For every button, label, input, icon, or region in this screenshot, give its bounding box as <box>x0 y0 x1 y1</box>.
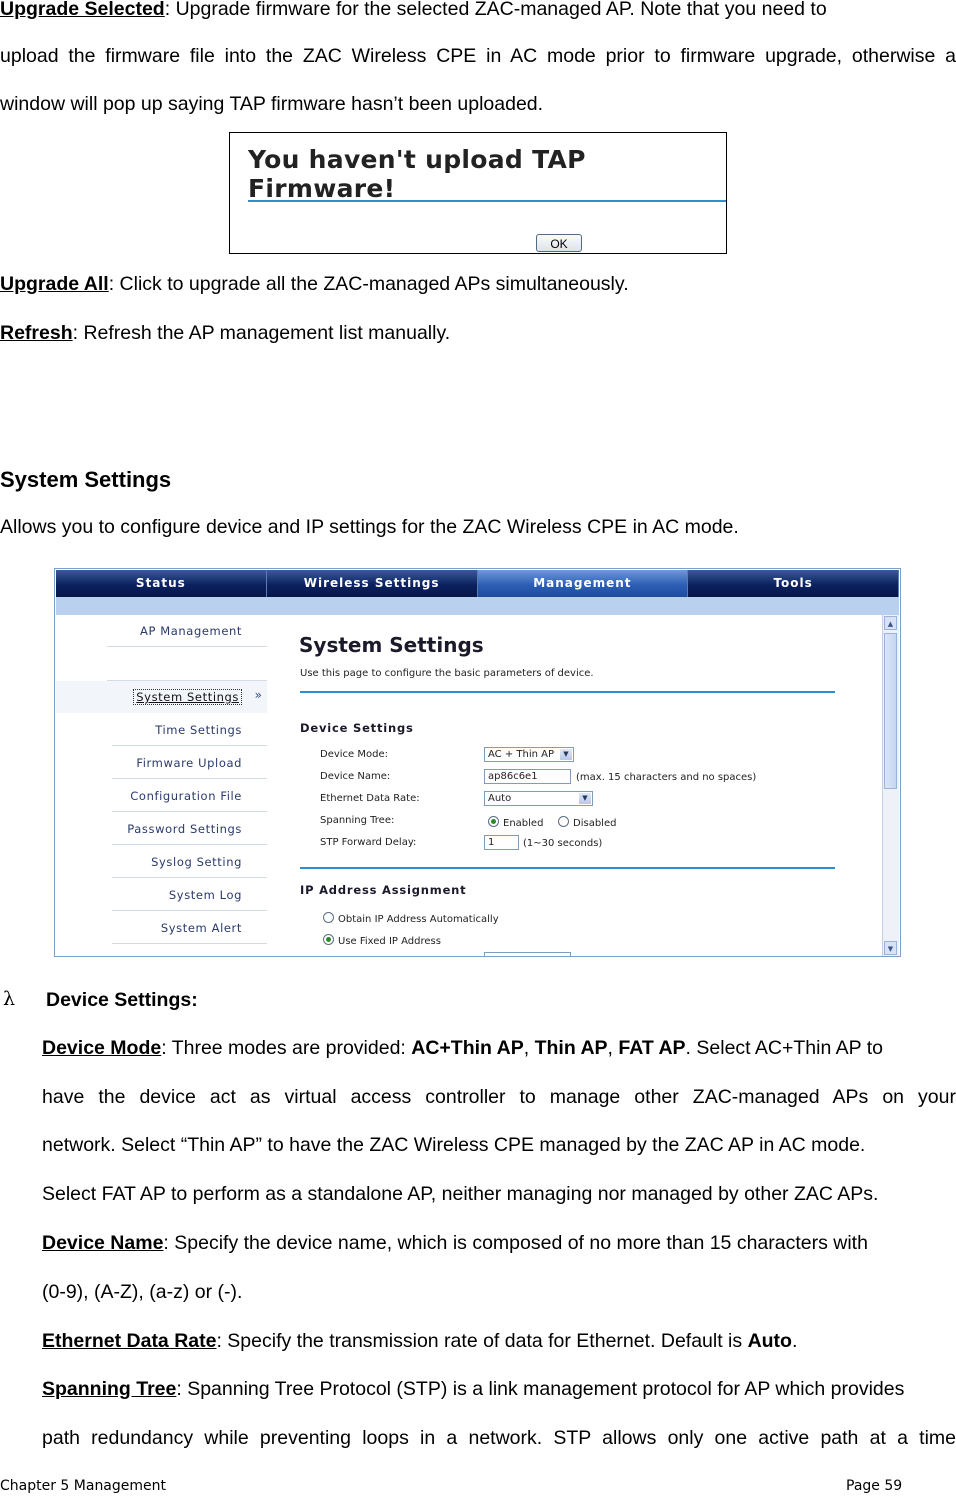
device-mode-label: Device Mode: <box>320 749 388 760</box>
ip-fixed-option[interactable]: Use Fixed IP Address <box>323 934 441 947</box>
main-panel: System Settings Use this page to configu… <box>267 615 883 956</box>
eth-rate-label: Ethernet Data Rate: <box>320 793 420 804</box>
refresh-paragraph: Refresh: Refresh the AP management list … <box>0 322 451 344</box>
tab-status[interactable]: Status <box>56 570 267 597</box>
tab-tools[interactable]: Tools <box>688 570 899 597</box>
device-name-input[interactable]: ap86c6e1 <box>484 769 571 784</box>
scroll-up-icon[interactable]: ▲ <box>884 616 897 630</box>
section-title: System Settings <box>0 467 172 492</box>
spanning-tree-line2: path redundancy while preventing loops i… <box>42 1427 956 1449</box>
divider <box>300 691 835 693</box>
refresh-term: Refresh <box>0 322 73 344</box>
top-nav: Status Wireless Settings Management Tool… <box>56 570 899 597</box>
double-chevron-right-icon: » <box>254 688 262 702</box>
spanning-tree-label: Spanning Tree: <box>320 815 395 826</box>
bullet: λ <box>3 988 16 1010</box>
spanning-tree-term: Spanning Tree <box>42 1378 177 1400</box>
sidebar-item-ap-management[interactable]: AP Management <box>107 615 267 647</box>
dialog-message: You haven't upload TAP Firmware! <box>248 145 586 203</box>
eth-rate-line: Ethernet Data Rate: Specify the transmis… <box>42 1330 798 1352</box>
device-mode-line4: Select FAT AP to perform as a standalone… <box>42 1183 879 1205</box>
device-name-line2: (0-9), (A-Z), (a-z) or (-). <box>42 1281 243 1303</box>
upgrade-selected-line2: upload the firmware file into the ZAC Wi… <box>0 45 956 67</box>
tab-management[interactable]: Management <box>477 570 689 597</box>
eth-rate-term: Ethernet Data Rate <box>42 1330 217 1352</box>
device-settings-heading: Device Settings <box>300 721 414 735</box>
radio-icon <box>323 912 334 923</box>
system-settings-screenshot: Status Wireless Settings Management Tool… <box>54 568 901 957</box>
sidebar-item-time-settings[interactable]: Time Settings <box>112 714 267 746</box>
section-intro: Allows you to configure device and IP se… <box>0 516 739 538</box>
device-name-line1: Device Name: Specify the device name, wh… <box>42 1232 868 1254</box>
sidebar-item-system-settings[interactable]: System Settings <box>112 681 267 713</box>
device-name-label: Device Name: <box>320 771 391 782</box>
upgrade-selected-line1: Upgrade Selected: Upgrade firmware for t… <box>0 0 827 20</box>
stp-delay-input[interactable]: 1 <box>484 835 519 850</box>
sidebar-item-syslog-setting[interactable]: Syslog Setting <box>112 846 267 878</box>
device-mode-term: Device Mode <box>42 1037 162 1059</box>
ip-assignment-heading: IP Address Assignment <box>300 883 467 897</box>
sidebar-item-password-settings[interactable]: Password Settings <box>112 813 267 845</box>
ip-auto-option[interactable]: Obtain IP Address Automatically <box>323 912 499 925</box>
radio-selected-icon <box>323 934 334 945</box>
divider <box>300 867 835 869</box>
sidebar-item-firmware-upload[interactable]: Firmware Upload <box>112 747 267 779</box>
chevron-down-icon: ▼ <box>579 793 591 804</box>
ip-address-input[interactable] <box>484 952 571 956</box>
eth-rate-select[interactable]: Auto ▼ <box>484 791 593 806</box>
scroll-down-icon[interactable]: ▼ <box>884 941 897 955</box>
page-title: System Settings <box>299 633 484 657</box>
device-settings-heading: Device Settings: <box>46 989 198 1011</box>
device-mode-line3: network. Select “Thin AP” to have the ZA… <box>42 1134 866 1156</box>
device-mode-select[interactable]: AC + Thin AP ▼ <box>484 747 574 762</box>
spanning-tree-line1: Spanning Tree: Spanning Tree Protocol (S… <box>42 1378 905 1400</box>
stp-delay-label: STP Forward Delay: <box>320 837 417 848</box>
dialog-divider <box>248 200 726 202</box>
scroll-thumb[interactable] <box>884 633 897 789</box>
stp-enabled-option[interactable]: Enabled <box>488 816 543 829</box>
page-subtitle: Use this page to configure the basic par… <box>300 668 594 679</box>
sidebar-spacer <box>107 648 267 681</box>
sidebar: AP Management System Settings » Time Set… <box>56 615 267 956</box>
dialog-ok-button[interactable]: OK <box>536 234 582 252</box>
device-mode-line2: have the device act as virtual access co… <box>42 1086 956 1108</box>
tab-wireless-settings[interactable]: Wireless Settings <box>266 570 478 597</box>
chevron-down-icon: ▼ <box>560 749 572 760</box>
radio-selected-icon <box>488 816 499 827</box>
tap-firmware-dialog: You haven't upload TAP Firmware! OK <box>229 132 727 254</box>
device-mode-line1: Device Mode: Three modes are provided: A… <box>42 1037 884 1059</box>
device-name-term: Device Name <box>42 1232 164 1254</box>
footer-chapter: Chapter 5 Management <box>0 1478 167 1494</box>
footer-page: Page 59 <box>846 1478 903 1494</box>
upgrade-selected-term: Upgrade Selected <box>0 0 165 20</box>
upgrade-all-term: Upgrade All <box>0 273 109 295</box>
stp-disabled-option[interactable]: Disabled <box>558 816 616 829</box>
sidebar-item-configuration-file[interactable]: Configuration File <box>112 780 267 812</box>
sidebar-item-system-log[interactable]: System Log <box>112 879 267 911</box>
sidebar-item-system-alert[interactable]: System Alert <box>112 912 267 944</box>
upgrade-selected-line3: window will pop up saying TAP firmware h… <box>0 93 544 115</box>
radio-icon <box>558 816 569 827</box>
device-name-note: (max. 15 characters and no spaces) <box>576 772 757 783</box>
stp-delay-note: (1~30 seconds) <box>523 838 603 849</box>
scrollbar[interactable]: ▲ ▼ <box>882 615 899 956</box>
sub-bar <box>56 597 899 615</box>
upgrade-all-paragraph: Upgrade All: Click to upgrade all the ZA… <box>0 273 629 295</box>
